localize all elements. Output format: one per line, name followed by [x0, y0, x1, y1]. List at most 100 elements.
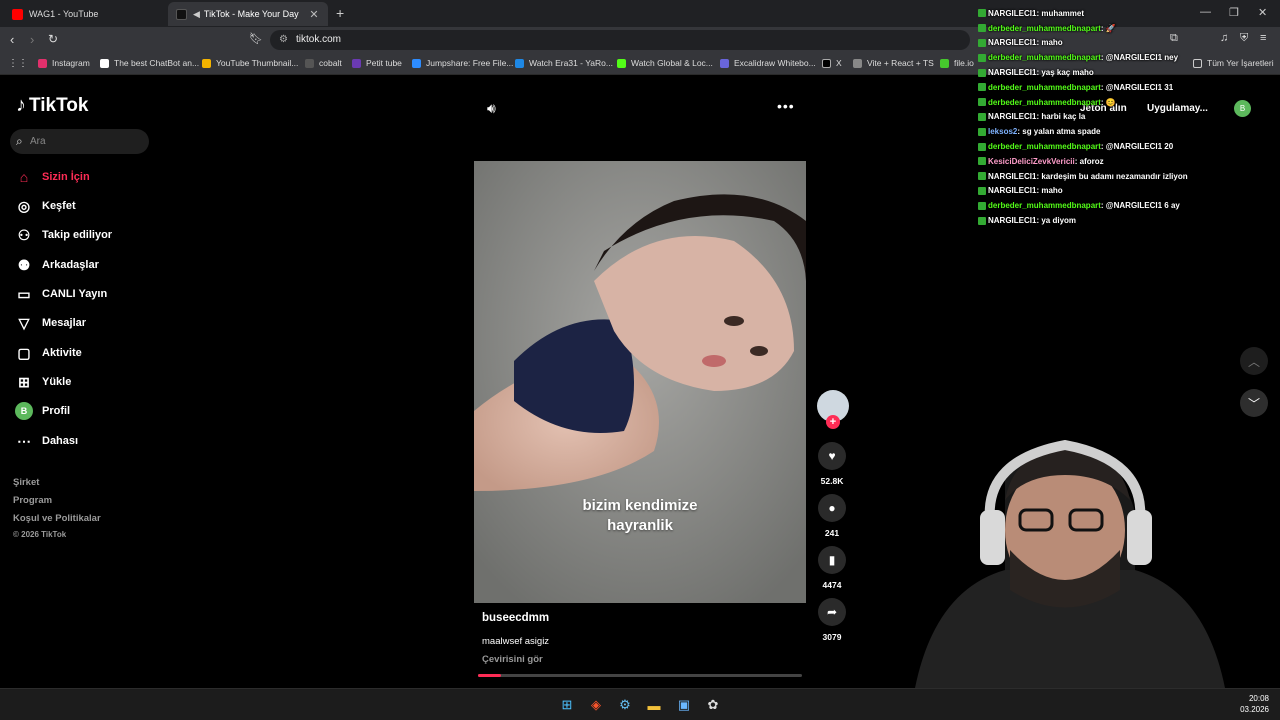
bookmark-item[interactable]: Watch Era31 - YaRo...: [515, 58, 613, 68]
bookmark-item[interactable]: The best ChatBot an...: [100, 58, 199, 68]
stream-chat-overlay: NARGILECI1: muhammet derbeder_muhammedbna…: [978, 6, 1278, 228]
follow-plus-icon[interactable]: +: [826, 415, 840, 429]
chat-text: : @NARGILECI1 20: [1100, 142, 1174, 152]
jumpshare-icon: [412, 58, 421, 68]
apps-icon[interactable]: ⋮⋮: [8, 58, 28, 69]
footer-link-company[interactable]: Şirket: [13, 477, 39, 488]
chat-message: derbeder_muhammedbnapart: @NARGILECI1 6 …: [978, 198, 1278, 213]
chat-username: NARGILECI1: [988, 171, 1037, 181]
brave-browser-icon[interactable]: ◈: [586, 695, 606, 715]
bookmark-label: Excalidraw Whitebo...: [734, 58, 816, 68]
sidebar-item-following[interactable]: ⚇ Takip ediliyor: [14, 224, 112, 246]
sidebar-item-activity[interactable]: ▢ Aktivite: [14, 342, 81, 364]
video-player[interactable]: bizim kendimize hayranlik: [474, 161, 806, 603]
chat-badge-icon: [978, 216, 986, 225]
close-tab-icon[interactable]: ✕: [308, 8, 320, 21]
chat-badge-icon: [978, 68, 986, 77]
bookmark-item[interactable]: Instagram: [38, 58, 90, 68]
sidebar-item-more[interactable]: ⋯ Dahası: [14, 430, 78, 452]
sidebar-item-explore[interactable]: ◎ Keşfet: [14, 195, 76, 217]
chat-username: NARGILECI1: [988, 8, 1037, 18]
previous-video-button[interactable]: ︿: [1240, 347, 1268, 375]
sidebar-item-label: Dahası: [42, 435, 79, 447]
bookmark-item[interactable]: file.io: [940, 58, 974, 68]
sidebar-item-label: Sizin İçin: [42, 171, 90, 183]
next-video-button[interactable]: ﹀: [1240, 389, 1268, 417]
youtube-icon: [12, 8, 23, 20]
chat-badge-icon: [978, 172, 986, 181]
bookmark-item[interactable]: Watch Global & Loc...: [617, 58, 713, 68]
bookmark-item[interactable]: Excalidraw Whitebo...: [720, 58, 816, 68]
footer-link-program[interactable]: Program: [13, 495, 52, 506]
video-progress-bar[interactable]: [478, 674, 802, 677]
video-caption: bizim kendimize hayranlik: [474, 496, 806, 536]
site-info-icon[interactable]: ⚙: [279, 34, 288, 45]
comment-icon: ●: [828, 501, 836, 515]
system-clock[interactable]: 20:08 03.2026: [1235, 693, 1269, 715]
tiktok-logo[interactable]: ♪ TikTok: [16, 94, 88, 117]
sidebar-item-messages[interactable]: ▽ Mesajlar: [14, 312, 86, 334]
save-button[interactable]: ▮: [818, 546, 846, 574]
chat-text: : @NARGILECI1 31: [1100, 82, 1174, 92]
bookmark-label: X: [836, 58, 842, 68]
sidebar-item-label: Keşfet: [42, 200, 76, 212]
sidebar-item-for-you[interactable]: ⌂ Sizin İçin: [14, 166, 90, 188]
volume-icon[interactable]: 🔊︎: [487, 100, 496, 117]
bookmark-item[interactable]: X: [822, 58, 842, 68]
chat-message: NARGILECI1: maho: [978, 184, 1278, 199]
chat-badge-icon: [978, 98, 986, 107]
bookmark-item[interactable]: Petit tube: [352, 58, 402, 68]
author-name[interactable]: buseecdmm: [482, 612, 549, 624]
app-icon[interactable]: ✿: [703, 695, 723, 715]
bookmark-label: Vite + React + TS: [867, 58, 934, 68]
bookmark-item[interactable]: cobalt: [305, 58, 342, 68]
more-options-icon[interactable]: •••: [777, 98, 795, 114]
address-bar[interactable]: ⚙ tiktok.com: [270, 30, 970, 50]
sidebar-item-label: Profil: [42, 405, 71, 417]
chat-message: NARGILECI1: kardeşim bu adamı nezamandır…: [978, 169, 1278, 184]
sidebar-item-label: Takip ediliyor: [42, 229, 113, 241]
photos-icon[interactable]: ▣: [674, 695, 694, 715]
share-button[interactable]: ➦: [818, 598, 846, 626]
bookmark-item[interactable]: YouTube Thumbnail...: [202, 58, 298, 68]
url-text: tiktok.com: [296, 34, 342, 45]
new-tab-button[interactable]: +: [336, 5, 344, 21]
chat-badge-icon: [978, 9, 986, 18]
chat-username: NARGILECI1: [988, 186, 1037, 196]
search-input[interactable]: ⌕ Ara: [10, 129, 149, 154]
bookmark-icon: ▮: [828, 553, 836, 567]
chat-username: derbeder_muhammedbnapart: [988, 82, 1101, 92]
home-icon: ⌂: [19, 169, 29, 185]
start-button[interactable]: ⊞: [557, 695, 577, 715]
chat-badge-icon: [978, 24, 986, 33]
steam-icon[interactable]: ⚙: [615, 695, 635, 715]
screen: WAG1 - YouTube ◀ TikTok - Make Your Day …: [0, 0, 1280, 720]
bookmark-item[interactable]: Vite + React + TS: [853, 58, 934, 68]
bookmark-page-icon[interactable]: 🔖︎: [249, 32, 263, 45]
heart-icon: ♥: [828, 449, 836, 463]
chat-text: : ya diyom: [1036, 216, 1077, 226]
back-icon[interactable]: ‹: [10, 32, 14, 47]
comment-button[interactable]: ●: [818, 494, 846, 522]
sidebar-item-label: Arkadaşlar: [42, 259, 99, 271]
footer-link-terms[interactable]: Koşul ve Politikalar: [13, 513, 101, 524]
copyright: © 2026 TikTok: [13, 530, 67, 539]
translate-button[interactable]: Çevirisini gör: [482, 654, 543, 665]
speaker-icon: ◀: [193, 8, 200, 19]
like-button[interactable]: ♥: [818, 442, 846, 470]
sidebar-item-upload[interactable]: ⊞ Yükle: [14, 371, 71, 393]
chat-message: NARGILECI1: maho: [978, 36, 1278, 51]
sidebar-item-live[interactable]: ▭ CANLI Yayın: [14, 283, 107, 305]
tab-tiktok[interactable]: ◀ TikTok - Make Your Day ✕: [168, 2, 328, 26]
bookmark-item[interactable]: Jumpshare: Free File...: [412, 58, 513, 68]
sidebar-item-friends[interactable]: ⚉ Arkadaşlar: [14, 254, 99, 276]
file-explorer-icon[interactable]: ▬: [644, 695, 664, 715]
tab-youtube[interactable]: WAG1 - YouTube: [4, 2, 164, 26]
tab-title: TikTok - Make Your Day: [203, 9, 299, 19]
sidebar-item-label: Mesajlar: [42, 317, 87, 329]
sidebar-item-profile[interactable]: B Profil: [14, 400, 70, 422]
reload-icon[interactable]: ↻: [48, 32, 58, 46]
forward-icon[interactable]: ›: [30, 32, 34, 47]
instagram-icon: [38, 58, 47, 68]
fileio-icon: [940, 58, 949, 68]
